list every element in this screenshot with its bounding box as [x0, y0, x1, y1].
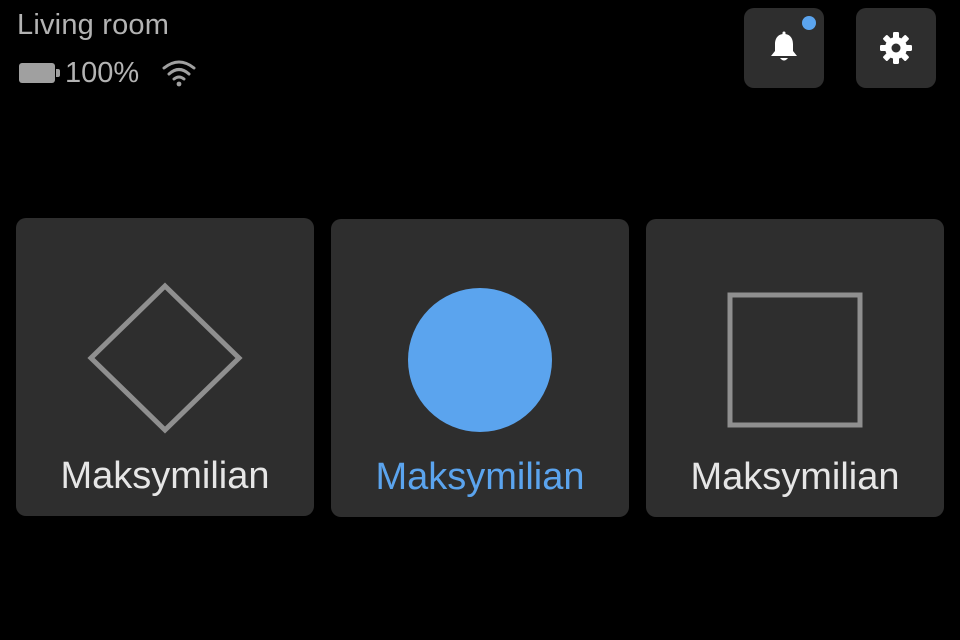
- status-bar: 100%: [19, 56, 197, 90]
- circle-icon: [408, 288, 552, 432]
- notifications-button[interactable]: [744, 8, 824, 88]
- square-icon: [727, 292, 863, 428]
- mode-cards: Maksymilian Maksymilian Maksymilian: [16, 218, 944, 518]
- mode-card-circle[interactable]: Maksymilian: [331, 219, 629, 517]
- diamond-icon: [87, 282, 243, 434]
- battery-level: 100%: [65, 57, 140, 89]
- settings-button[interactable]: [856, 8, 936, 88]
- mode-card-square[interactable]: Maksymilian: [646, 219, 944, 517]
- room-title: Living room: [17, 9, 170, 41]
- mode-card-label: Maksymilian: [375, 456, 585, 498]
- wifi-icon: [162, 60, 196, 87]
- mode-card-diamond[interactable]: Maksymilian: [16, 218, 314, 516]
- gear-icon: [880, 32, 912, 64]
- battery-full-icon: [19, 63, 60, 83]
- mode-card-label: Maksymilian: [60, 455, 270, 497]
- notification-badge: [802, 16, 816, 30]
- bell-icon: [771, 31, 797, 61]
- mode-card-label: Maksymilian: [690, 456, 900, 498]
